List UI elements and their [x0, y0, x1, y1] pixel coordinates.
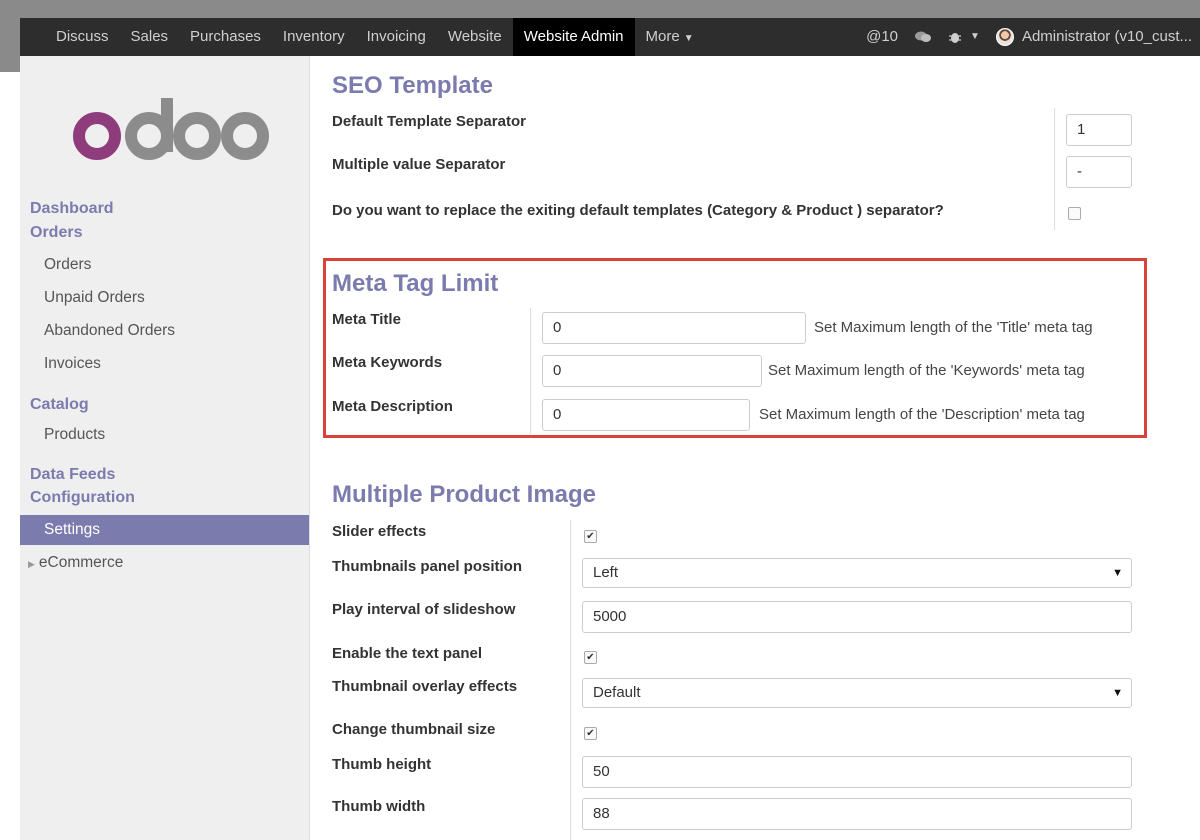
nav-discuss[interactable]: Discuss: [20, 18, 120, 56]
column-divider: [1054, 108, 1055, 230]
caret-down-icon: ▼: [970, 31, 980, 42]
multiple-separator-label: Multiple value Separator: [332, 156, 506, 173]
nav-sales[interactable]: Sales: [120, 18, 180, 56]
thumb-height-input[interactable]: 50: [582, 756, 1132, 788]
chat-icon[interactable]: [906, 18, 940, 56]
sidebar-heading-data-feeds[interactable]: Data Feeds: [30, 466, 115, 484]
sidebar-item-ecommerce[interactable]: ▶ eCommerce: [20, 548, 309, 578]
sidebar-item-orders[interactable]: Orders: [20, 250, 309, 280]
thumbnails-position-label: Thumbnails panel position: [332, 558, 523, 575]
section-title-seo-template: SEO Template: [332, 72, 493, 99]
meta-keywords-hint: Set Maximum length of the 'Keywords' met…: [768, 362, 1085, 379]
play-interval-label: Play interval of slideshow: [332, 601, 516, 618]
multiple-separator-input[interactable]: -: [1066, 156, 1132, 188]
default-separator-input[interactable]: 1: [1066, 114, 1132, 146]
nav-more-label: More: [645, 28, 680, 45]
top-navbar: Discuss Sales Purchases Inventory Invoic…: [20, 18, 1200, 56]
default-separator-label: Default Template Separator: [332, 113, 526, 130]
nav-more[interactable]: More ▼: [635, 18, 705, 56]
meta-keywords-input[interactable]: 0: [542, 355, 762, 387]
thumbnails-position-select[interactable]: Left ▼: [582, 558, 1132, 588]
meta-keywords-label: Meta Keywords: [332, 354, 443, 371]
meta-description-hint: Set Maximum length of the 'Description' …: [759, 406, 1085, 423]
sidebar-item-abandoned-orders[interactable]: Abandoned Orders: [20, 316, 309, 346]
play-interval-input[interactable]: 5000: [582, 601, 1132, 633]
window-frame-right: [1192, 56, 1200, 840]
user-name: Administrator (v10_cust...: [1021, 28, 1192, 45]
sidebar: Dashboard Orders Orders Unpaid Orders Ab…: [20, 56, 310, 840]
nav-invoicing[interactable]: Invoicing: [356, 18, 437, 56]
thumb-height-label: Thumb height: [332, 756, 432, 773]
meta-title-hint: Set Maximum length of the 'Title' meta t…: [814, 319, 1093, 336]
change-thumbnail-size-label: Change thumbnail size: [332, 721, 496, 738]
overlay-effects-value: Default: [593, 684, 641, 701]
odoo-logo: [73, 98, 269, 160]
meta-description-input[interactable]: 0: [542, 399, 750, 431]
avatar: [995, 28, 1014, 46]
sidebar-heading-catalog[interactable]: Catalog: [30, 396, 89, 414]
sidebar-item-invoices[interactable]: Invoices: [20, 349, 309, 379]
caret-right-icon: ▶: [28, 559, 35, 569]
sidebar-item-settings[interactable]: Settings: [20, 515, 309, 545]
nav-systray: @10 ▼ Administrator (v10_cust...: [858, 18, 1200, 56]
thumbnails-position-value: Left: [593, 564, 619, 581]
meta-title-label: Meta Title: [332, 311, 401, 328]
meta-description-label: Meta Description: [332, 398, 453, 415]
nav-inventory[interactable]: Inventory: [272, 18, 356, 56]
mentions-counter[interactable]: @10: [858, 18, 906, 56]
change-thumbnail-size-checkbox[interactable]: ✔: [584, 727, 597, 740]
sidebar-item-ecommerce-label: eCommerce: [38, 554, 124, 571]
text-panel-checkbox[interactable]: ✔: [584, 651, 597, 664]
section-title-multiple-product-image: Multiple Product Image: [332, 481, 597, 508]
sidebar-item-unpaid-orders[interactable]: Unpaid Orders: [20, 283, 309, 313]
nav-website-admin[interactable]: Website Admin: [512, 18, 635, 56]
dropdown-arrow-icon: ▼: [1112, 567, 1123, 579]
section-title-meta-tag-limit: Meta Tag Limit: [332, 270, 499, 297]
column-divider: [570, 520, 571, 840]
window-frame-left: [0, 72, 20, 840]
nav-purchases[interactable]: Purchases: [179, 18, 272, 56]
user-menu[interactable]: Administrator (v10_cust...: [988, 18, 1200, 56]
slider-effects-label: Slider effects: [332, 523, 427, 540]
meta-title-input[interactable]: 0: [542, 312, 806, 344]
settings-form: SEO Template Default Template Separator …: [310, 56, 1200, 840]
column-divider: [530, 308, 531, 434]
thumb-width-label: Thumb width: [332, 798, 426, 815]
overlay-effects-label: Thumbnail overlay effects: [332, 678, 518, 695]
replace-separator-checkbox[interactable]: [1068, 207, 1081, 220]
slider-effects-checkbox[interactable]: ✔: [584, 530, 597, 543]
sidebar-heading-dashboard[interactable]: Dashboard: [30, 200, 114, 218]
caret-down-icon: ▼: [683, 33, 694, 44]
sidebar-item-products[interactable]: Products: [20, 420, 309, 450]
sidebar-heading-orders[interactable]: Orders: [30, 224, 82, 242]
replace-separator-label: Do you want to replace the exiting defau…: [332, 202, 944, 219]
debug-bug-icon[interactable]: ▼: [940, 18, 988, 56]
text-panel-label: Enable the text panel: [332, 645, 483, 662]
overlay-effects-select[interactable]: Default ▼: [582, 678, 1132, 708]
thumb-width-input[interactable]: 88: [582, 798, 1132, 830]
nav-website[interactable]: Website: [437, 18, 513, 56]
sidebar-heading-configuration[interactable]: Configuration: [30, 489, 135, 507]
dropdown-arrow-icon: ▼: [1112, 687, 1123, 699]
